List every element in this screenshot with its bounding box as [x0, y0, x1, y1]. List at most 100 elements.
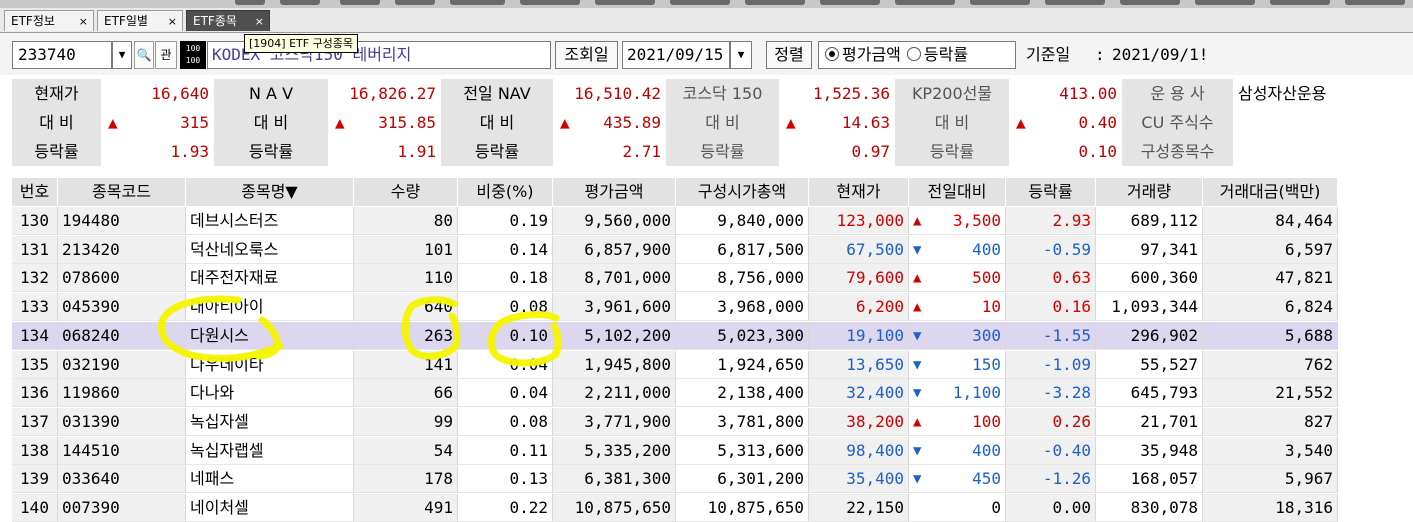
summary-value: 1.91 [329, 137, 440, 166]
toolbar-button[interactable] [395, 0, 435, 5]
change-value: 300 [972, 325, 1001, 345]
cell-change-rate: -0.40 [1006, 436, 1096, 465]
tab-etf-holdings[interactable]: ETF종목 × [186, 10, 270, 31]
summary-value: 1,525.36 [780, 79, 894, 108]
table-row[interactable]: 135 032190 다우데이타 141 0.04 1,945,800 1,924,650 1… [12, 350, 1338, 379]
toolbar-button[interactable] [1045, 0, 1105, 5]
toolbar-button[interactable] [970, 0, 1030, 5]
toolbar-button[interactable] [895, 0, 955, 5]
cell-weight: 0.22 [458, 494, 553, 522]
table-row[interactable]: 139 033640 네패스 178 0.13 6,381,300 6,301,200 35,… [12, 465, 1338, 494]
cell-market-cap: 3,781,800 [676, 407, 809, 436]
column-header[interactable]: 종목코드 [58, 178, 186, 206]
close-icon[interactable]: × [79, 11, 88, 32]
cell-market-cap: 1,924,650 [676, 350, 809, 379]
close-icon[interactable]: × [168, 11, 177, 32]
column-header[interactable]: 현재가 [809, 178, 909, 206]
column-header[interactable]: 비중(%) [458, 178, 553, 206]
sort-button[interactable]: 정렬 [766, 41, 812, 69]
toolbar-button[interactable] [450, 0, 505, 5]
tab-etf-info[interactable]: ETF정보 × [4, 10, 94, 31]
column-header[interactable]: 전일대비 [909, 178, 1006, 206]
cell-price: 38,200 [809, 407, 909, 436]
cell-change: ▼ 400 [909, 436, 1006, 465]
date-input[interactable]: 2021/09/15 [622, 41, 730, 69]
radio-eval-amount[interactable] [825, 47, 839, 61]
cell-trade-amount: 21,552 [1203, 379, 1338, 408]
cell-change-rate: -0.59 [1006, 235, 1096, 264]
etf-code-input[interactable]: 233740 [12, 41, 112, 69]
table-row[interactable]: 133 045390 대아티아이 640 0.08 3,961,600 3,968,000 6… [12, 293, 1338, 322]
search-icon[interactable]: 🔍 [134, 41, 154, 69]
cell-volume: 296,902 [1096, 321, 1203, 350]
cell-trade-amount: 762 [1203, 350, 1338, 379]
cell-volume: 168,057 [1096, 465, 1203, 494]
cell-name: 덕산네오룩스 [186, 235, 354, 264]
summary-value: 0.97 [780, 137, 894, 166]
cell-name: 네패스 [186, 465, 354, 494]
table-row[interactable]: 134 068240 다원시스 263 0.10 5,102,200 5,023,300 19… [12, 321, 1338, 350]
toolbar-button[interactable] [745, 0, 805, 5]
cell-quantity: 640 [354, 293, 458, 322]
column-header[interactable]: 수량 [354, 178, 458, 206]
cell-price: 67,500 [809, 235, 909, 264]
table-row[interactable]: 138 144510 녹십자랩셀 54 0.11 5,335,200 5,313,600 98… [12, 436, 1338, 465]
query-date-button[interactable]: 조회일 [555, 41, 618, 69]
table-row[interactable]: 131 213420 덕산네오룩스 101 0.14 6,857,900 6,817,500… [12, 235, 1338, 264]
up-arrow-icon-wrap: ▲ [329, 108, 349, 137]
cell-change-rate: 2.93 [1006, 207, 1096, 235]
table-row[interactable]: 130 194480 데브시스터즈 80 0.19 9,560,000 9,840,000 1… [12, 207, 1338, 235]
cell-weight: 0.08 [458, 407, 553, 436]
close-icon[interactable]: × [255, 11, 264, 32]
table-row[interactable]: 140 007390 네이처셀 491 0.22 10,875,650 10,875,650… [12, 494, 1338, 522]
table-row[interactable]: 132 078600 대주전자재료 110 0.18 8,701,000 8,756,000… [12, 264, 1338, 293]
cell-change: ▲ 10 [909, 293, 1006, 322]
cell-weight: 0.11 [458, 436, 553, 465]
radio-change-rate[interactable] [906, 47, 921, 61]
column-header[interactable]: 등락률 [1006, 178, 1096, 206]
cell-eval-amount: 5,335,200 [553, 436, 676, 465]
column-header[interactable]: 종목명▼ [186, 178, 354, 206]
gwan-button[interactable]: 관 [155, 41, 177, 69]
up-arrow-icon: ▲ [786, 113, 796, 132]
chevron-down-icon[interactable]: ▼ [730, 41, 752, 69]
cell-price: 6,200 [809, 293, 909, 322]
toolbar-button[interactable] [820, 0, 880, 5]
cell-change: ▼ 150 [909, 350, 1006, 379]
column-header[interactable]: 구성시가총액 [676, 178, 809, 206]
column-header[interactable]: 평가금액 [553, 178, 676, 206]
tab-etf-daily[interactable]: ETF일별 × [97, 10, 183, 31]
table-row[interactable]: 136 119860 다나와 66 0.04 2,211,000 2,138,400 32,4… [12, 379, 1338, 408]
toolbar-button[interactable] [340, 0, 380, 5]
column-header[interactable]: 거래량 [1096, 178, 1203, 206]
summary-label: N A V [214, 79, 328, 108]
chevron-down-icon[interactable]: ▼ [112, 41, 132, 69]
toolbar-button[interactable] [1120, 0, 1180, 5]
cell-quantity: 66 [354, 379, 458, 408]
toolbar-button[interactable] [280, 0, 320, 5]
cell-code: 213420 [58, 235, 186, 264]
cell-volume: 1,093,344 [1096, 293, 1203, 322]
table-row[interactable]: 137 031390 녹십자셀 99 0.08 3,771,900 3,781,800 38,… [12, 407, 1338, 436]
column-header[interactable]: 거래대금(백만) [1203, 178, 1338, 206]
toolbar-button[interactable] [595, 0, 655, 5]
summary-value: 2.71 [554, 137, 665, 166]
toolbar-button[interactable] [520, 0, 580, 5]
column-header[interactable]: 번호 [12, 178, 58, 206]
control-bar: 233740 ▼ 🔍 관 100 100 KODEX 코스닥150 레버리지 조… [0, 33, 1413, 75]
up-arrow-icon: ▲ [108, 113, 118, 132]
up-arrow-icon: ▲ [913, 270, 922, 287]
cell-name: 네이처셀 [186, 494, 354, 522]
cell-change-rate: 0.16 [1006, 293, 1096, 322]
cell-quantity: 491 [354, 494, 458, 522]
toolbar-button[interactable] [1195, 0, 1255, 5]
summary-label: 현재가 [12, 79, 101, 108]
summary-value: 0.10 [1010, 137, 1121, 166]
toolbar-button[interactable] [1270, 0, 1330, 5]
cell-change: 0 [909, 494, 1006, 522]
up-arrow-icon: ▲ [913, 299, 922, 316]
toolbar-button[interactable] [670, 0, 730, 5]
toolbar-button[interactable] [235, 0, 265, 5]
cell-code: 194480 [58, 207, 186, 235]
toolbar-button[interactable] [1345, 0, 1405, 5]
